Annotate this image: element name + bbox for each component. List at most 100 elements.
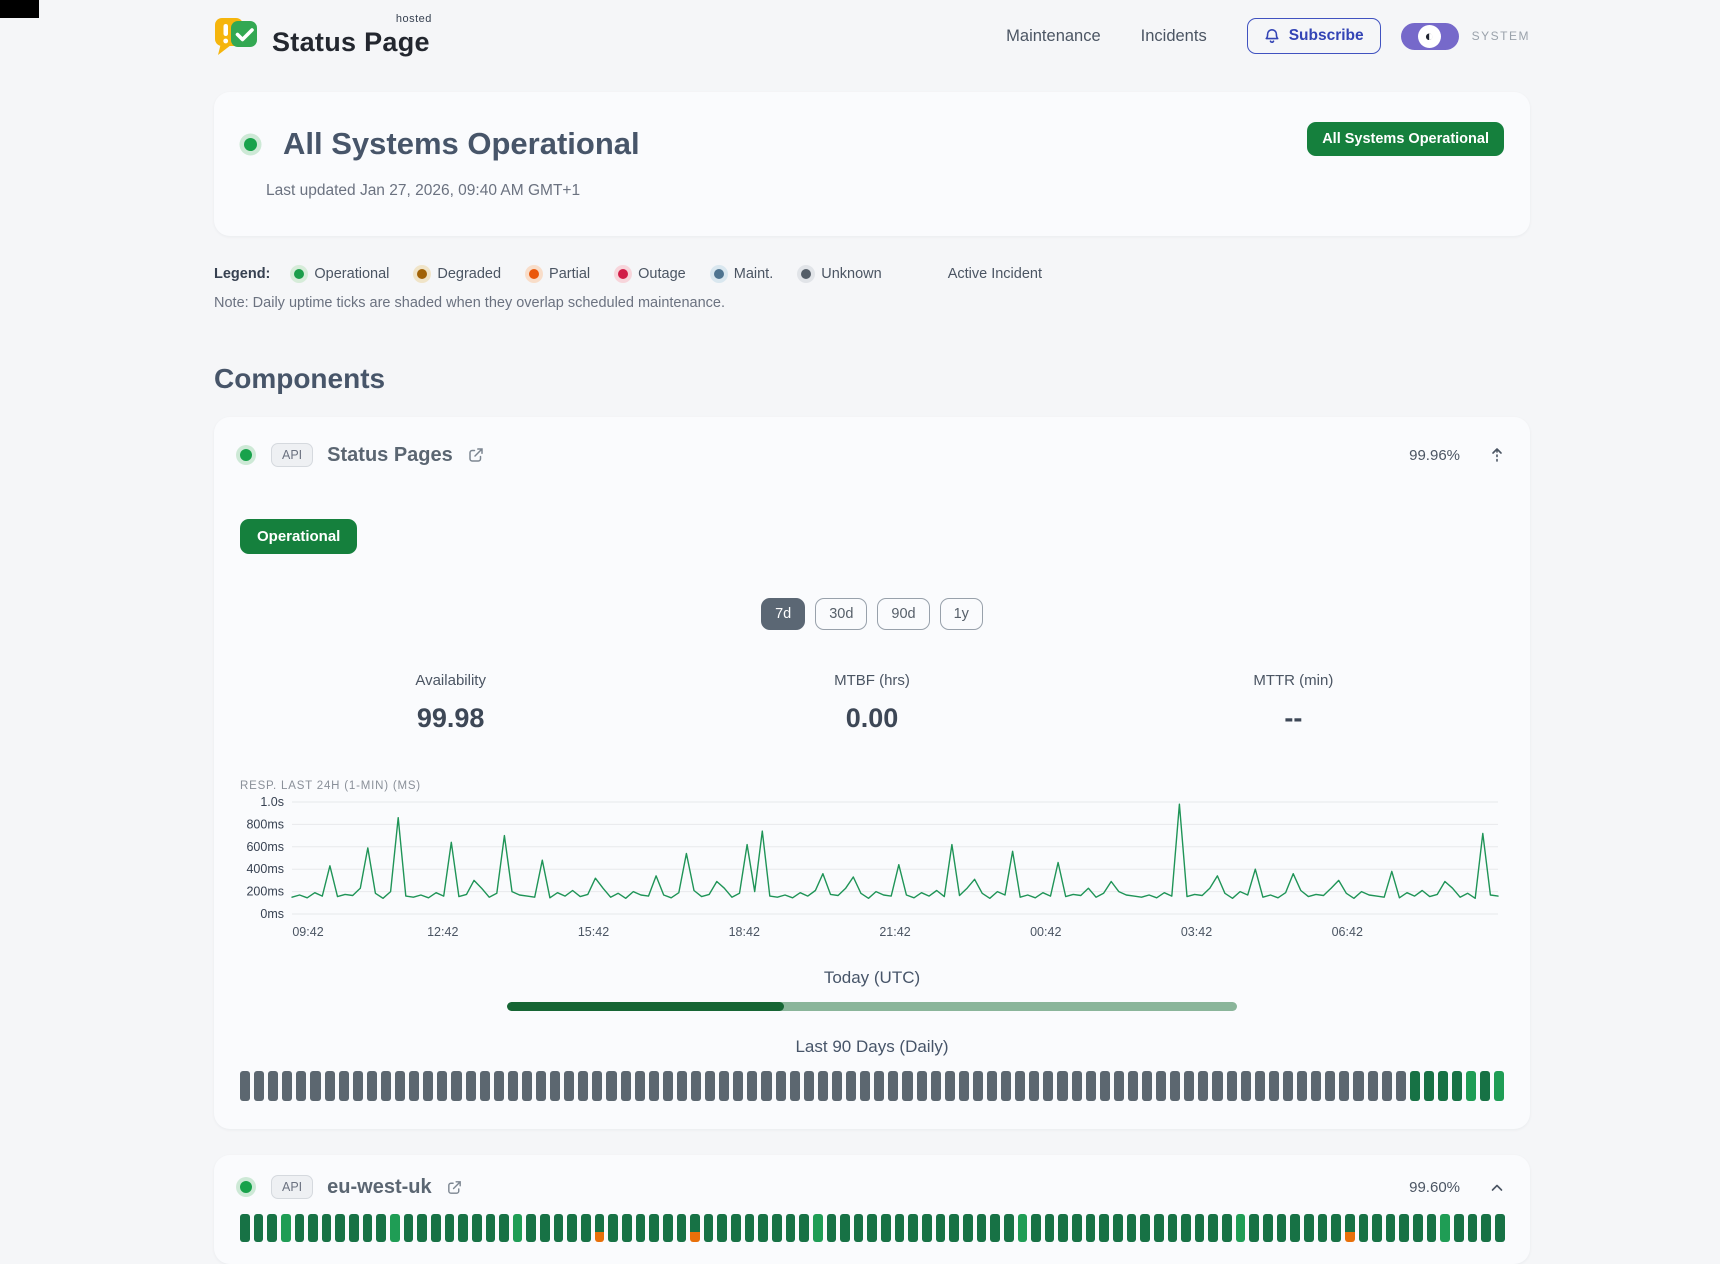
- uptime-day-tick[interactable]: [832, 1071, 842, 1101]
- uptime-day-tick[interactable]: [1086, 1214, 1096, 1242]
- uptime-day-tick[interactable]: [747, 1071, 757, 1101]
- uptime-day-tick[interactable]: [874, 1071, 884, 1101]
- uptime-day-tick[interactable]: [949, 1214, 959, 1242]
- uptime-day-tick[interactable]: [1072, 1214, 1082, 1242]
- uptime-day-tick[interactable]: [1410, 1071, 1420, 1101]
- uptime-day-tick[interactable]: [240, 1071, 250, 1101]
- uptime-day-tick[interactable]: [1424, 1071, 1434, 1101]
- uptime-day-tick[interactable]: [635, 1071, 645, 1101]
- theme-toggle-knob[interactable]: ◐: [1418, 25, 1441, 48]
- uptime-day-tick[interactable]: [804, 1071, 814, 1101]
- uptime-day-tick[interactable]: [376, 1214, 386, 1242]
- uptime-day-tick[interactable]: [902, 1071, 912, 1101]
- nav-link-maintenance[interactable]: Maintenance: [1006, 27, 1100, 46]
- uptime-day-tick[interactable]: [895, 1214, 905, 1242]
- uptime-day-tick[interactable]: [1236, 1214, 1246, 1242]
- uptime-day-tick[interactable]: [1440, 1214, 1450, 1242]
- uptime-day-tick[interactable]: [1311, 1071, 1321, 1101]
- uptime-day-tick[interactable]: [437, 1071, 447, 1101]
- expand-icon[interactable]: [1490, 1182, 1504, 1193]
- uptime-day-tick[interactable]: [1198, 1071, 1208, 1101]
- uptime-day-tick[interactable]: [325, 1071, 335, 1101]
- uptime-day-tick[interactable]: [1058, 1214, 1068, 1242]
- uptime-day-tick[interactable]: [1304, 1214, 1314, 1242]
- uptime-day-tick[interactable]: [606, 1071, 616, 1101]
- uptime-day-tick[interactable]: [339, 1071, 349, 1101]
- component-name-link[interactable]: eu-west-uk: [327, 1176, 431, 1199]
- uptime-day-tick[interactable]: [1045, 1214, 1055, 1242]
- uptime-day-tick[interactable]: [1413, 1214, 1423, 1242]
- uptime-day-tick[interactable]: [1452, 1071, 1462, 1101]
- uptime-day-tick[interactable]: [1283, 1071, 1293, 1101]
- uptime-day-tick[interactable]: [451, 1071, 461, 1101]
- uptime-day-tick[interactable]: [622, 1214, 632, 1242]
- uptime-day-tick[interactable]: [1277, 1214, 1287, 1242]
- uptime-day-tick[interactable]: [466, 1071, 476, 1101]
- uptime-day-tick[interactable]: [1184, 1071, 1194, 1101]
- external-link-icon[interactable]: [467, 446, 485, 464]
- uptime-day-tick[interactable]: [1168, 1214, 1178, 1242]
- uptime-day-tick[interactable]: [663, 1214, 673, 1242]
- external-link-icon[interactable]: [446, 1179, 463, 1196]
- uptime-day-tick[interactable]: [423, 1071, 433, 1101]
- uptime-day-tick[interactable]: [592, 1071, 602, 1101]
- uptime-day-tick[interactable]: [268, 1071, 278, 1101]
- logo[interactable]: hosted Status Page: [214, 15, 430, 58]
- uptime-day-tick[interactable]: [1359, 1214, 1369, 1242]
- uptime-day-tick[interactable]: [776, 1071, 786, 1101]
- uptime-day-tick[interactable]: [254, 1214, 264, 1242]
- uptime-day-tick[interactable]: [1427, 1214, 1437, 1242]
- uptime-day-tick[interactable]: [1100, 1071, 1110, 1101]
- uptime-day-tick[interactable]: [254, 1071, 264, 1101]
- uptime-day-tick[interactable]: [1072, 1071, 1082, 1101]
- uptime-day-tick[interactable]: [322, 1214, 332, 1242]
- uptime-day-tick[interactable]: [282, 1071, 292, 1101]
- uptime-day-tick[interactable]: [677, 1214, 687, 1242]
- uptime-day-tick[interactable]: [790, 1071, 800, 1101]
- uptime-day-tick[interactable]: [404, 1214, 414, 1242]
- uptime-day-tick[interactable]: [761, 1071, 771, 1101]
- uptime-day-tick[interactable]: [963, 1214, 973, 1242]
- uptime-day-tick[interactable]: [1154, 1214, 1164, 1242]
- uptime-day-tick[interactable]: [691, 1071, 701, 1101]
- uptime-day-tick[interactable]: [486, 1214, 496, 1242]
- uptime-day-tick[interactable]: [636, 1214, 646, 1242]
- uptime-day-tick[interactable]: [281, 1214, 291, 1242]
- uptime-day-tick[interactable]: [860, 1071, 870, 1101]
- uptime-day-tick[interactable]: [1208, 1214, 1218, 1242]
- uptime-day-tick[interactable]: [888, 1071, 898, 1101]
- uptime-day-tick[interactable]: [717, 1214, 727, 1242]
- uptime-day-tick[interactable]: [745, 1214, 755, 1242]
- uptime-day-tick[interactable]: [1396, 1071, 1406, 1101]
- uptime-day-tick[interactable]: [578, 1071, 588, 1101]
- uptime-day-tick[interactable]: [908, 1214, 918, 1242]
- uptime-day-tick[interactable]: [1269, 1071, 1279, 1101]
- uptime-day-tick[interactable]: [1195, 1214, 1205, 1242]
- uptime-day-tick[interactable]: [1140, 1214, 1150, 1242]
- uptime-day-tick[interactable]: [1043, 1071, 1053, 1101]
- uptime-day-tick[interactable]: [499, 1214, 509, 1242]
- uptime-day-tick[interactable]: [353, 1071, 363, 1101]
- uptime-day-tick[interactable]: [335, 1214, 345, 1242]
- uptime-day-tick[interactable]: [799, 1214, 809, 1242]
- uptime-day-tick[interactable]: [567, 1214, 577, 1242]
- uptime-day-tick[interactable]: [649, 1071, 659, 1101]
- uptime-day-tick[interactable]: [1029, 1071, 1039, 1101]
- uptime-day-tick[interactable]: [917, 1071, 927, 1101]
- uptime-day-tick[interactable]: [1468, 1214, 1478, 1242]
- uptime-day-tick[interactable]: [1399, 1214, 1409, 1242]
- uptime-day-tick[interactable]: [1170, 1071, 1180, 1101]
- uptime-day-tick[interactable]: [595, 1214, 605, 1242]
- uptime-day-tick[interactable]: [813, 1214, 823, 1242]
- uptime-day-tick[interactable]: [1481, 1214, 1491, 1242]
- uptime-day-tick[interactable]: [1113, 1214, 1123, 1242]
- uptime-day-tick[interactable]: [296, 1071, 306, 1101]
- uptime-day-tick[interactable]: [1494, 1071, 1504, 1101]
- nav-link-incidents[interactable]: Incidents: [1141, 27, 1207, 46]
- uptime-day-tick[interactable]: [719, 1071, 729, 1101]
- uptime-day-tick[interactable]: [308, 1214, 318, 1242]
- uptime-day-tick[interactable]: [1018, 1214, 1028, 1242]
- uptime-day-tick[interactable]: [1227, 1071, 1237, 1101]
- uptime-day-tick[interactable]: [677, 1071, 687, 1101]
- uptime-day-tick[interactable]: [922, 1214, 932, 1242]
